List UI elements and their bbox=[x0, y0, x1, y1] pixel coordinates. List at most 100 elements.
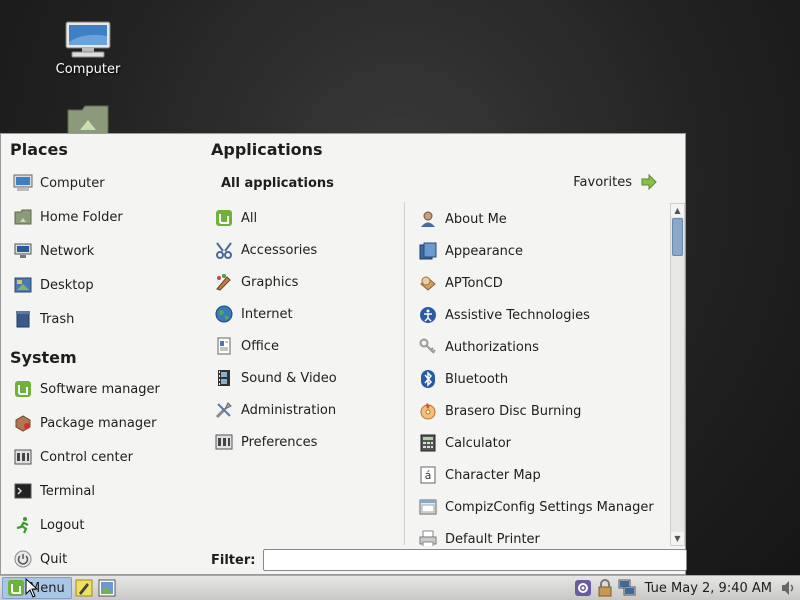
update-manager-icon[interactable] bbox=[595, 578, 615, 598]
film-icon bbox=[214, 368, 234, 388]
home-folder-icon bbox=[67, 105, 109, 134]
app-item-default-printer[interactable]: Default Printer bbox=[418, 523, 670, 546]
scroll-thumb[interactable] bbox=[672, 218, 683, 256]
desktop-icon bbox=[13, 275, 33, 295]
applications-column: Applications All applications Favorites … bbox=[202, 134, 688, 574]
category-sound-video[interactable]: Sound & Video bbox=[214, 362, 404, 394]
category-preferences[interactable]: Preferences bbox=[214, 426, 404, 458]
applications-title: Applications bbox=[211, 140, 323, 159]
system-item-terminal[interactable]: Terminal bbox=[13, 476, 199, 506]
app-item-calculator[interactable]: Calculator bbox=[418, 427, 670, 459]
office-icon bbox=[214, 336, 234, 356]
system-item-software-manager[interactable]: Software manager bbox=[13, 374, 199, 404]
system-item-package-manager[interactable]: Package manager bbox=[13, 408, 199, 438]
system-item-quit[interactable]: Quit bbox=[13, 544, 199, 574]
svg-text:á: á bbox=[425, 469, 432, 482]
places-item-computer[interactable]: Computer bbox=[13, 168, 199, 198]
cd-icon bbox=[418, 273, 438, 293]
application-list: About Me Appearance APTonCD Assistive Te… bbox=[418, 203, 670, 546]
app-item-aptoncd[interactable]: APTonCD bbox=[418, 267, 670, 299]
app-label: About Me bbox=[445, 211, 507, 227]
settings-icon[interactable] bbox=[573, 578, 593, 598]
app-item-compizconfig[interactable]: CompizConfig Settings Manager bbox=[418, 491, 670, 523]
app-label: Authorizations bbox=[445, 339, 539, 355]
app-label: CompizConfig Settings Manager bbox=[445, 499, 654, 515]
desktop-icon-computer[interactable]: Computer bbox=[38, 20, 138, 77]
category-graphics[interactable]: Graphics bbox=[214, 266, 404, 298]
app-item-appearance[interactable]: Appearance bbox=[418, 235, 670, 267]
preferences-icon bbox=[214, 432, 234, 452]
category-office[interactable]: Office bbox=[214, 330, 404, 362]
clock[interactable]: Tue May 2, 9:40 AM bbox=[645, 581, 772, 596]
graphics-icon bbox=[214, 272, 234, 292]
category-label: Sound & Video bbox=[241, 370, 337, 386]
category-list: All Accessories Graphics Internet Office… bbox=[214, 202, 404, 458]
globe-icon bbox=[214, 304, 234, 324]
system-tray: Tue May 2, 9:40 AM bbox=[573, 578, 800, 598]
chevron-down-icon: ▼ bbox=[674, 534, 681, 543]
favorites-label: Favorites bbox=[573, 174, 632, 190]
network-icon[interactable] bbox=[617, 578, 637, 598]
mouse-cursor-icon bbox=[25, 578, 39, 598]
logout-icon bbox=[13, 515, 33, 535]
app-item-character-map[interactable]: á Character Map bbox=[418, 459, 670, 491]
scroll-up-button[interactable]: ▲ bbox=[671, 204, 684, 217]
app-item-bluetooth[interactable]: Bluetooth bbox=[418, 363, 670, 395]
places-title: Places bbox=[10, 140, 68, 159]
category-label: Office bbox=[241, 338, 279, 354]
places-item-desktop[interactable]: Desktop bbox=[13, 270, 199, 300]
category-administration[interactable]: Administration bbox=[214, 394, 404, 426]
places-item-label: Network bbox=[40, 243, 95, 259]
accessories-icon bbox=[214, 240, 234, 260]
system-item-label: Control center bbox=[40, 449, 133, 465]
system-item-label: Software manager bbox=[40, 381, 160, 397]
app-item-brasero[interactable]: Brasero Disc Burning bbox=[418, 395, 670, 427]
system-item-label: Quit bbox=[40, 551, 68, 567]
launcher-text-editor[interactable] bbox=[74, 578, 94, 598]
appearance-icon bbox=[418, 241, 438, 261]
favorites-button[interactable]: Favorites bbox=[573, 174, 658, 190]
launcher-screenshot[interactable] bbox=[97, 578, 117, 598]
all-applications-heading: All applications bbox=[221, 176, 334, 191]
network-icon bbox=[13, 241, 33, 261]
places-column: Places Computer Home Folder Network Desk… bbox=[1, 134, 202, 574]
category-label: Accessories bbox=[241, 242, 318, 258]
volume-icon[interactable] bbox=[778, 578, 798, 598]
column-divider bbox=[404, 202, 405, 545]
category-label: Internet bbox=[241, 306, 293, 322]
accessibility-icon bbox=[418, 305, 438, 325]
main-menu: Places Computer Home Folder Network Desk… bbox=[0, 133, 688, 575]
control-center-icon bbox=[13, 447, 33, 467]
app-label: Appearance bbox=[445, 243, 524, 259]
chevron-up-icon: ▲ bbox=[674, 206, 681, 215]
compiz-icon bbox=[418, 497, 438, 517]
system-item-control-center[interactable]: Control center bbox=[13, 442, 199, 472]
terminal-icon bbox=[13, 481, 33, 501]
category-accessories[interactable]: Accessories bbox=[214, 234, 404, 266]
places-item-trash[interactable]: Trash bbox=[13, 304, 199, 334]
package-icon bbox=[13, 413, 33, 433]
app-label: Calculator bbox=[445, 435, 512, 451]
system-item-label: Terminal bbox=[40, 483, 95, 499]
application-list-scrollbar[interactable]: ▲ ▼ bbox=[670, 203, 685, 546]
category-label: Graphics bbox=[241, 274, 299, 290]
system-item-label: Package manager bbox=[40, 415, 157, 431]
tools-icon bbox=[214, 400, 234, 420]
scroll-down-button[interactable]: ▼ bbox=[671, 532, 684, 545]
places-item-home-folder[interactable]: Home Folder bbox=[13, 202, 199, 232]
app-item-assistive-technologies[interactable]: Assistive Technologies bbox=[418, 299, 670, 331]
computer-icon bbox=[65, 21, 111, 58]
power-icon bbox=[13, 549, 33, 569]
character-map-icon: á bbox=[418, 465, 438, 485]
system-title: System bbox=[10, 348, 77, 367]
category-internet[interactable]: Internet bbox=[214, 298, 404, 330]
app-item-about-me[interactable]: About Me bbox=[418, 203, 670, 235]
printer-icon bbox=[418, 529, 438, 546]
category-all[interactable]: All bbox=[214, 202, 404, 234]
system-item-logout[interactable]: Logout bbox=[13, 510, 199, 540]
filter-input[interactable] bbox=[263, 549, 688, 571]
places-item-network[interactable]: Network bbox=[13, 236, 199, 266]
keys-icon bbox=[418, 337, 438, 357]
app-item-authorizations[interactable]: Authorizations bbox=[418, 331, 670, 363]
category-label: Preferences bbox=[241, 434, 318, 450]
